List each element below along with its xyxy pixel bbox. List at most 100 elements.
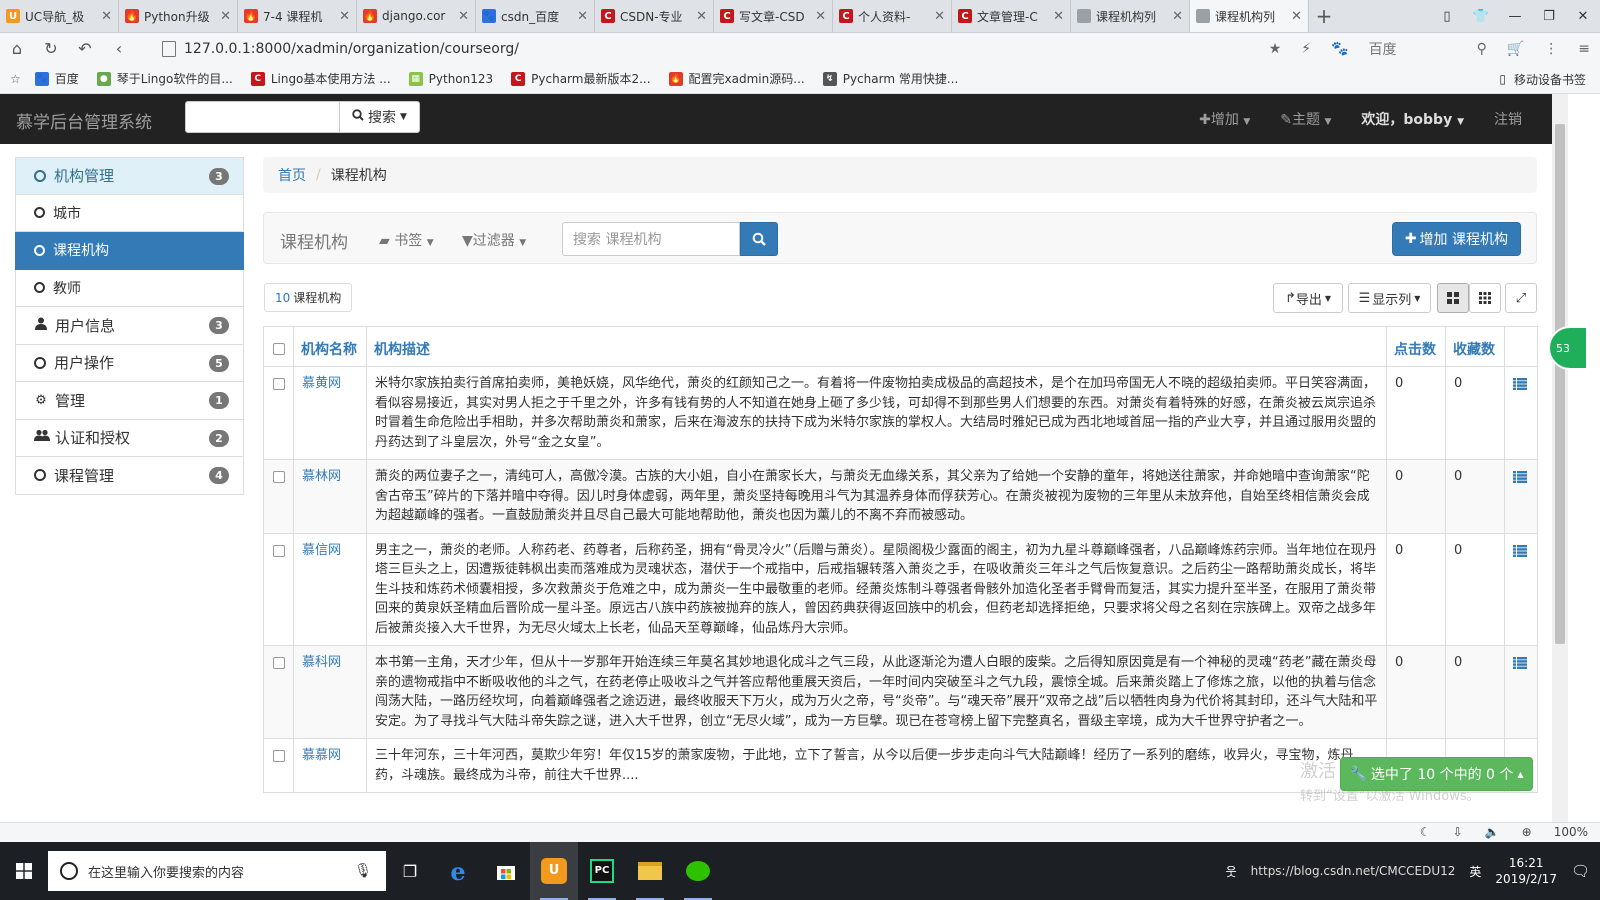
- search-icon[interactable]: ⚲: [1477, 41, 1487, 57]
- close-tab-icon[interactable]: ✕: [1053, 9, 1064, 24]
- sidebar-item-course-org[interactable]: 课程机构: [15, 232, 244, 270]
- column-header-favs[interactable]: 收藏数: [1445, 326, 1505, 367]
- column-header-clicks[interactable]: 点击数: [1386, 326, 1446, 367]
- browser-tab[interactable]: U UC导航_极 ✕: [0, 0, 119, 32]
- org-name-link[interactable]: 慕信网: [302, 543, 341, 558]
- browser-tab[interactable]: 🔥 7-4 课程机 ✕: [238, 0, 357, 32]
- org-name-link[interactable]: 慕慕网: [302, 748, 341, 763]
- org-name-link[interactable]: 慕科网: [302, 655, 341, 670]
- hamburger-icon[interactable]: ≡: [1578, 41, 1590, 57]
- select-all-checkbox[interactable]: [273, 343, 285, 355]
- url-field[interactable]: 127.0.0.1:8000/xadmin/organization/cours…: [162, 37, 1262, 60]
- breadcrumb-home[interactable]: 首页: [278, 165, 306, 185]
- table-view-button[interactable]: [1437, 283, 1469, 313]
- global-search-input[interactable]: [185, 101, 340, 133]
- export-button[interactable]: ↱ 导出 ▼: [1273, 283, 1343, 313]
- skin-icon[interactable]: 👕: [1464, 0, 1498, 33]
- user-menu[interactable]: 欢迎，bobby ▼: [1361, 109, 1464, 129]
- uc-browser-icon[interactable]: U: [530, 842, 578, 900]
- moon-icon[interactable]: ☾: [1420, 825, 1431, 839]
- sidebar-item-city[interactable]: 城市: [15, 194, 244, 232]
- zoom-level[interactable]: 100%: [1554, 825, 1588, 839]
- brand-title[interactable]: 慕学后台管理系统: [16, 108, 152, 133]
- grid-view-button[interactable]: [1469, 283, 1501, 313]
- taskbar-search[interactable]: 在这里输入你要搜索的内容 🎙: [48, 851, 386, 891]
- new-tab-button[interactable]: +: [1309, 0, 1339, 32]
- browser-tab[interactable]: 课程机构列 ✕: [1071, 0, 1190, 32]
- close-tab-icon[interactable]: ✕: [458, 9, 469, 24]
- start-button[interactable]: [0, 842, 48, 900]
- task-view-icon[interactable]: ❐: [386, 842, 434, 900]
- list-search-input[interactable]: 搜索 课程机构: [562, 222, 740, 256]
- sidebar-item-auth[interactable]: 认证和授权 2: [15, 419, 244, 457]
- taskbar-clock[interactable]: 16:21 2019/2/17: [1495, 855, 1557, 887]
- back-icon[interactable]: ‹: [102, 39, 136, 58]
- minimize-icon[interactable]: —: [1498, 0, 1532, 33]
- row-checkbox[interactable]: [273, 657, 285, 669]
- cart-icon[interactable]: 🛒: [1507, 41, 1524, 57]
- org-name-link[interactable]: 慕黄网: [302, 376, 341, 391]
- sidebar-item-admin[interactable]: ⚙ 管理 1: [15, 382, 244, 420]
- bookmark-item[interactable]: ● 琴于Lingo软件的目...: [96, 70, 233, 87]
- bookmark-item[interactable]: ↯ Pycharm 常用快捷...: [822, 70, 958, 87]
- undo-icon[interactable]: ↶: [68, 39, 102, 58]
- speaker-icon[interactable]: 🔈: [1485, 825, 1500, 839]
- close-tab-icon[interactable]: ✕: [220, 9, 231, 24]
- bookmark-item[interactable]: 🐾 百度: [34, 70, 79, 87]
- page-scrollbar[interactable]: [1552, 94, 1568, 822]
- row-details-icon[interactable]: [1513, 471, 1527, 483]
- flash-icon[interactable]: ⚡: [1301, 41, 1311, 57]
- person-icon[interactable]: 웃: [1226, 863, 1237, 880]
- theme-menu[interactable]: ✎主题 ▼: [1280, 109, 1331, 129]
- pycharm-icon[interactable]: PC: [578, 842, 626, 900]
- columns-button[interactable]: ☰ 显示列 ▼: [1348, 283, 1431, 313]
- column-header-desc[interactable]: 机构描述: [366, 326, 1387, 367]
- close-tab-icon[interactable]: ✕: [815, 9, 826, 24]
- close-tab-icon[interactable]: ✕: [101, 9, 112, 24]
- browser-tab[interactable]: 🔥 Python升级 ✕: [119, 0, 238, 32]
- browser-tab[interactable]: 🐾 csdn_百度 ✕: [476, 0, 595, 32]
- sidebar-item-user-info[interactable]: 用户信息 3: [15, 307, 244, 345]
- global-search-button[interactable]: 搜索 ▼: [340, 101, 420, 133]
- close-tab-icon[interactable]: ✕: [934, 9, 945, 24]
- download-icon[interactable]: ⇩: [1453, 825, 1463, 839]
- maximize-icon[interactable]: ❐: [1532, 0, 1566, 33]
- search-engine-label[interactable]: 百度: [1369, 39, 1397, 59]
- column-header-name[interactable]: 机构名称: [293, 326, 367, 367]
- browser-tab[interactable]: C 写文章-CSD ✕: [714, 0, 833, 32]
- close-tab-icon[interactable]: ✕: [1291, 9, 1302, 24]
- org-name-link[interactable]: 慕林网: [302, 469, 341, 484]
- ime-indicator[interactable]: 英: [1469, 863, 1481, 880]
- row-checkbox[interactable]: [273, 750, 285, 762]
- reload-icon[interactable]: ↻: [34, 39, 68, 58]
- bookmark-star-icon[interactable]: ☆: [10, 72, 21, 86]
- store-icon[interactable]: [482, 842, 530, 900]
- filters-dropdown[interactable]: ▼过滤器 ▼: [462, 230, 526, 250]
- close-window-icon[interactable]: ✕: [1566, 0, 1600, 33]
- bookmark-item[interactable]: ▦ Python123: [408, 71, 493, 86]
- row-checkbox[interactable]: [273, 378, 285, 390]
- sidebar-item-teacher[interactable]: 教师: [15, 269, 244, 307]
- add-course-org-button[interactable]: ✚ 增加 课程机构: [1391, 222, 1521, 256]
- wechat-icon[interactable]: [674, 842, 722, 900]
- fullscreen-button[interactable]: ⤢: [1505, 283, 1537, 313]
- browser-tab[interactable]: C 文章管理-C ✕: [952, 0, 1071, 32]
- bookmarks-dropdown[interactable]: ▰ 书签 ▼: [379, 230, 434, 250]
- scrollbar-thumb[interactable]: [1555, 124, 1565, 644]
- home-icon[interactable]: ⌂: [0, 39, 34, 58]
- list-search-button[interactable]: [740, 222, 778, 256]
- floating-widget[interactable]: 53: [1548, 326, 1588, 370]
- paw-icon[interactable]: 🐾: [1331, 41, 1348, 57]
- row-checkbox[interactable]: [273, 471, 285, 483]
- bookmark-item[interactable]: C Pycharm最新版本2...: [511, 70, 651, 87]
- zoom-icon[interactable]: ⊕: [1522, 825, 1532, 839]
- close-tab-icon[interactable]: ✕: [577, 9, 588, 24]
- close-tab-icon[interactable]: ✕: [339, 9, 350, 24]
- add-menu[interactable]: ✚增加 ▼: [1199, 109, 1250, 129]
- notification-icon[interactable]: 🗨: [1571, 862, 1590, 880]
- row-details-icon[interactable]: [1513, 657, 1527, 669]
- browser-tab[interactable]: 🔥 django.cor ✕: [357, 0, 476, 32]
- sidebar-item-user-operation[interactable]: 用户操作 5: [15, 344, 244, 382]
- menu-dots-icon[interactable]: ⋮: [1544, 41, 1558, 57]
- row-checkbox[interactable]: [273, 544, 285, 557]
